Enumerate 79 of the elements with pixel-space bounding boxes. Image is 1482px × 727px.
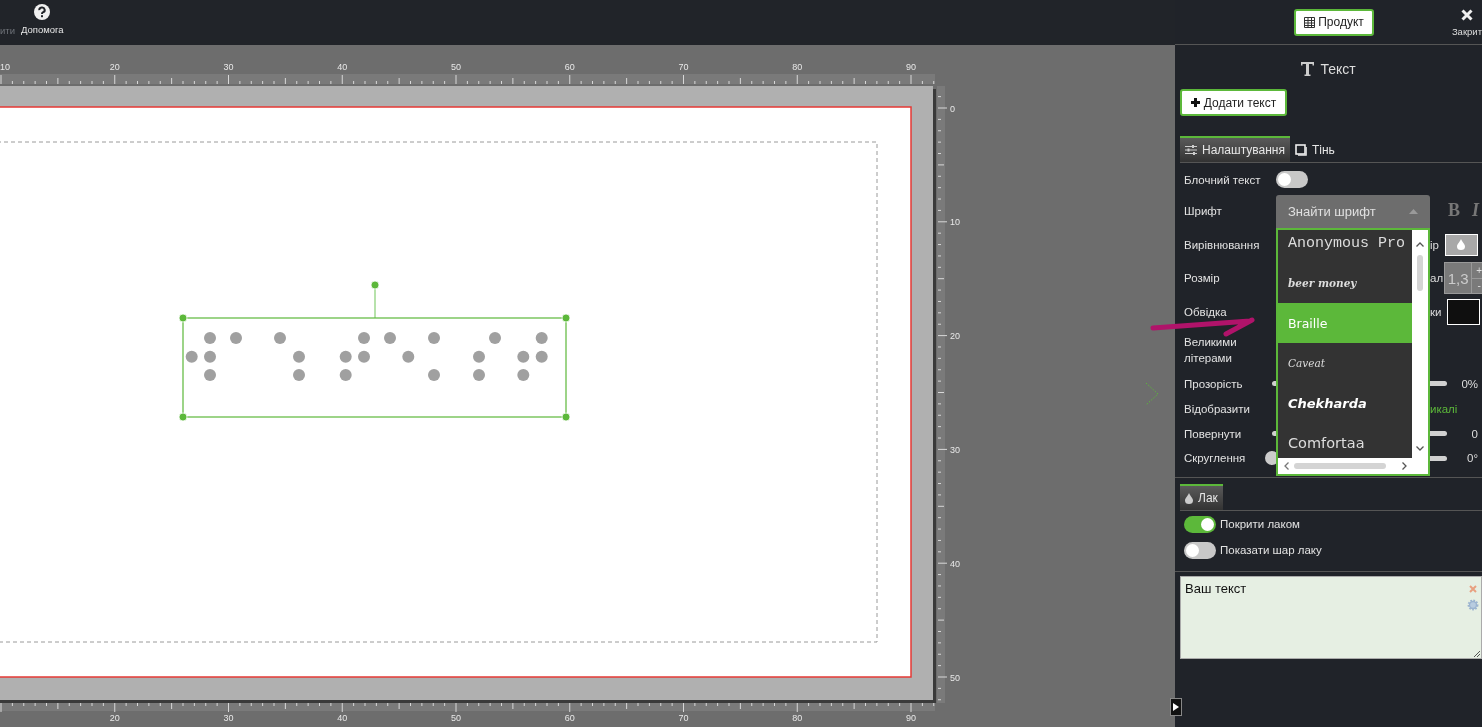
chevron-right-icon[interactable] (1402, 462, 1407, 470)
chevron-left-icon[interactable] (1284, 462, 1289, 470)
setting-label: икалі (1430, 402, 1458, 415)
ruler-label: 90 (906, 713, 916, 723)
ruler-label: 20 (950, 331, 960, 342)
plus-icon (1190, 98, 1200, 107)
close-icon (1460, 9, 1473, 21)
setting-label: Повернути (1183, 426, 1243, 442)
setting-label: ал (1430, 272, 1444, 284)
setting-label: Вирівнювання (1183, 237, 1261, 253)
scrollbar-thumb[interactable] (1417, 255, 1423, 291)
section-title: Текст (1175, 58, 1482, 80)
ruler-label: 50 (451, 713, 461, 723)
ruler-label: 70 (678, 62, 689, 72)
add-text-button[interactable]: Додати текст (1180, 89, 1287, 116)
ruler-label: 50 (950, 672, 960, 683)
chevron-down-icon[interactable] (1416, 446, 1424, 451)
setting-label: Шрифт (1183, 203, 1223, 219)
text-icon (1301, 62, 1315, 76)
square-icon (1294, 144, 1307, 156)
resize-grip-icon[interactable] (1474, 651, 1480, 657)
chevron-up-icon[interactable] (1416, 242, 1424, 247)
italic-button[interactable]: I (1472, 200, 1480, 221)
ruler-label: 80 (792, 62, 803, 72)
ruler-label: 30 (223, 62, 234, 72)
table-icon (1304, 16, 1316, 28)
tab[interactable]: Тінь (1289, 136, 1340, 162)
setting-label: Блочний текст (1183, 172, 1262, 188)
ruler-label: 50 (451, 62, 461, 72)
setting-label: ки (1430, 305, 1442, 318)
ruler-label: 70 (678, 713, 689, 723)
font-search-dropdown[interactable]: Знайти шрифт (1276, 195, 1430, 228)
drop-icon (1185, 492, 1193, 504)
setting-label: ір (1430, 238, 1439, 251)
setting-label: Обвідка (1183, 304, 1228, 320)
expand-button[interactable] (1170, 698, 1182, 716)
color-swatch[interactable] (1447, 298, 1481, 325)
setting-label: Прозорість (1183, 376, 1244, 392)
braille-text-drawing[interactable] (185, 332, 548, 381)
ruler-label: 10 (950, 217, 960, 228)
slider-value: 0° (1466, 452, 1479, 464)
ruler-label: 20 (109, 62, 120, 72)
text-input[interactable]: Ваш текст (1180, 576, 1482, 659)
toggle-switch[interactable] (1184, 541, 1216, 559)
ruler-label: 60 (564, 62, 575, 72)
scrollbar-thumb[interactable] (1294, 463, 1386, 469)
caret-up-icon (1409, 209, 1418, 214)
close-button[interactable]: Закрит (1451, 7, 1482, 37)
slider-value: 0 (1470, 427, 1479, 440)
ruler-label: 10 (0, 62, 10, 72)
toggle-switch[interactable] (1184, 515, 1216, 533)
ruler-label: 40 (337, 62, 348, 72)
ruler-label: 30 (223, 713, 234, 723)
ruler-label: 80 (792, 713, 803, 723)
help-icon (34, 4, 51, 20)
ruler-label: 20 (109, 713, 120, 723)
slider-value: 0% (1460, 377, 1479, 390)
tab[interactable]: Налаштування (1180, 136, 1290, 162)
selection-frame[interactable] (178, 280, 571, 422)
ruler-label: 40 (950, 558, 960, 569)
ruler-label: 40 (337, 713, 348, 723)
product-button[interactable]: Продукт (1294, 8, 1374, 36)
ruler-label: 60 (564, 713, 575, 723)
setting-label: Скруглення (1183, 451, 1247, 466)
sliders-icon (1185, 145, 1197, 155)
setting-label: Великими літерами (1183, 334, 1238, 366)
setting-label: Відобразити (1183, 401, 1251, 417)
setting-label: Розмір (1183, 271, 1221, 286)
color-swatch[interactable] (1444, 233, 1478, 256)
help-button[interactable]: Допомога (20, 0, 64, 35)
ruler-label: 30 (950, 444, 960, 455)
tab[interactable]: Лак (1180, 484, 1223, 510)
bold-button[interactable]: B (1448, 200, 1460, 221)
toggle-label: Показати шар лаку (1220, 544, 1322, 556)
toggle-label: Покрити лаком (1220, 518, 1300, 530)
toggle-switch[interactable] (1276, 171, 1308, 188)
ruler-label: 90 (906, 62, 916, 72)
ruler-label: 0 (950, 103, 955, 114)
drop-icon (1457, 239, 1466, 250)
